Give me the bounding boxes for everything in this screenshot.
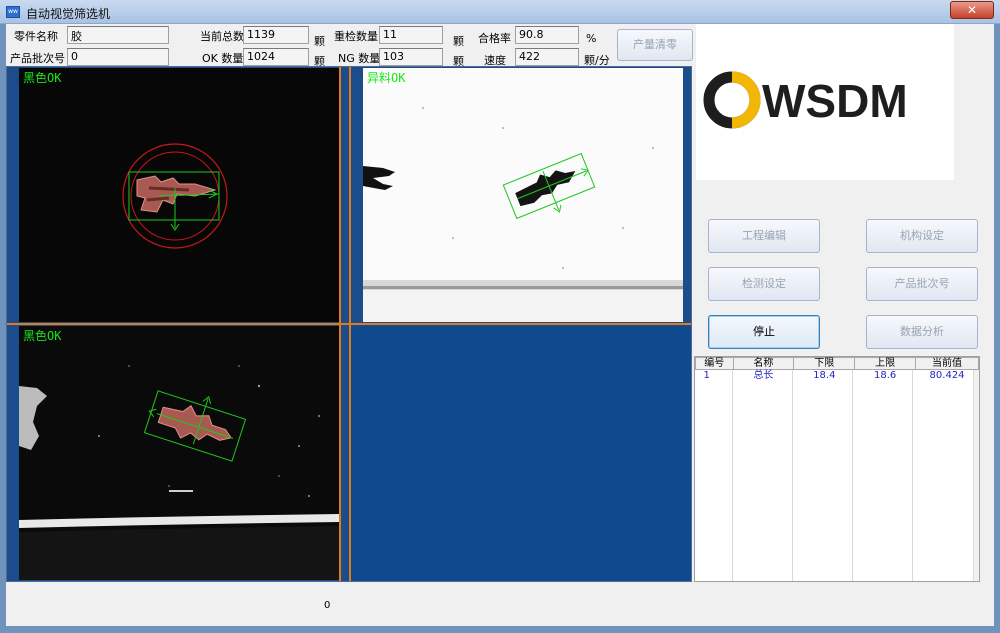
recheck-label: 重检数量 xyxy=(334,30,378,43)
close-button[interactable]: ✕ xyxy=(950,1,994,19)
ok-label: OK 数量 xyxy=(202,52,244,65)
measurement-table: 编号 名称 下限 上限 当前值 1 总长 18.4 18.6 80.424 xyxy=(694,356,980,582)
cell-id: 1 xyxy=(703,370,710,381)
title-bar: ww 自动视觉筛选机 ✕ xyxy=(0,0,1000,24)
main-window: 零件名称 胶 产品批次号 0 当前总数 1139 颗 OK 数量 1024 颗 … xyxy=(6,24,994,626)
part-name-label: 零件名称 xyxy=(14,30,58,43)
data-analysis-button[interactable]: 数据分析 xyxy=(866,315,978,349)
pass-rate-label: 合格率 xyxy=(478,32,511,45)
column-divider xyxy=(732,370,733,581)
table-scrollbar[interactable] xyxy=(973,370,979,581)
table-row[interactable]: 1 总长 18.4 18.6 80.424 xyxy=(696,370,979,383)
logo-text: WSDM xyxy=(762,75,908,127)
column-divider xyxy=(852,370,853,581)
project-edit-button[interactable]: 工程编辑 xyxy=(708,219,820,253)
recheck-unit: 颗 xyxy=(453,35,464,48)
total-unit: 颗 xyxy=(314,35,325,48)
col-header-name[interactable]: 名称 xyxy=(732,357,795,370)
recheck-field: 11 xyxy=(379,26,443,44)
camera-divider-left xyxy=(339,67,341,581)
col-header-lower[interactable]: 下限 xyxy=(793,357,856,370)
col-header-upper[interactable]: 上限 xyxy=(854,357,917,370)
camera-divider-right xyxy=(349,67,351,581)
ng-field: 103 xyxy=(379,48,443,66)
total-field: 1139 xyxy=(243,26,309,44)
camera-view-3: 黑色OK xyxy=(19,326,339,580)
column-divider xyxy=(912,370,913,581)
camera-2-result-label: 异料OK xyxy=(367,71,406,85)
measurement-grid: 编号 名称 下限 上限 当前值 1 总长 18.4 18.6 80.424 xyxy=(695,357,979,382)
cell-lower: 18.4 xyxy=(813,370,836,381)
cell-current: 80.424 xyxy=(929,370,965,381)
camera-view-2: 异料OK xyxy=(363,68,683,322)
pass-rate-unit: % xyxy=(586,32,597,45)
total-label: 当前总数 xyxy=(200,30,244,43)
camera-3-result-label: 黑色OK xyxy=(23,329,62,343)
ng-label: NG 数量 xyxy=(338,52,381,65)
app-icon: ww xyxy=(6,6,20,18)
cell-name: 总长 xyxy=(753,370,774,381)
camera-image-2 xyxy=(363,68,683,322)
batch-label: 产品批次号 xyxy=(10,52,65,65)
camera-image-1 xyxy=(19,68,339,322)
camera-image-3 xyxy=(19,326,339,580)
status-value: 0 xyxy=(324,600,331,611)
detect-setting-button[interactable]: 检测设定 xyxy=(708,267,820,301)
table-header-row: 编号 名称 下限 上限 当前值 xyxy=(695,357,979,370)
speed-field: 422 xyxy=(515,48,579,66)
part-name-field[interactable]: 胶 xyxy=(67,26,169,44)
batch-field[interactable]: 0 xyxy=(67,48,169,66)
status-bar: 0 xyxy=(6,582,994,626)
company-logo: WSDM xyxy=(703,71,908,129)
stop-button[interactable]: 停止 xyxy=(708,315,820,349)
col-header-current[interactable]: 当前值 xyxy=(915,357,979,370)
pass-rate-field: 90.8 xyxy=(515,26,579,44)
camera-view-4 xyxy=(351,326,691,580)
column-divider xyxy=(792,370,793,581)
window-title: 自动视觉筛选机 xyxy=(26,7,111,21)
col-header-id[interactable]: 编号 xyxy=(695,357,734,370)
camera-viewport: 黑色OK 异料OK 黑色OK xyxy=(6,66,692,582)
mechanism-setting-button[interactable]: 机构设定 xyxy=(866,219,978,253)
ok-field: 1024 xyxy=(243,48,309,66)
logo-panel: WSDM xyxy=(696,24,954,180)
camera-1-result-label: 黑色OK xyxy=(23,71,62,85)
cell-upper: 18.6 xyxy=(874,370,897,381)
product-batch-button[interactable]: 产品批次号 xyxy=(866,267,978,301)
camera-view-1: 黑色OK xyxy=(19,68,339,322)
clear-count-button[interactable]: 产量清零 xyxy=(617,29,693,61)
